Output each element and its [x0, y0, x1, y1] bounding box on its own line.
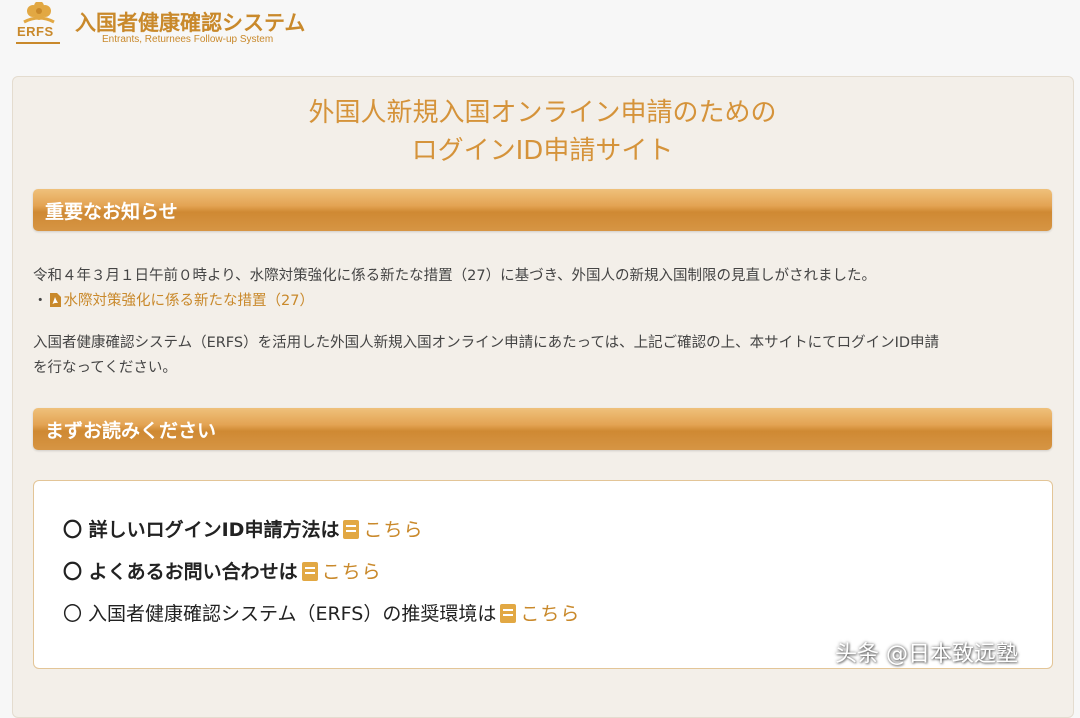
read-item-environment: 〇 入国者健康確認システム（ERFS）の推奨環境は こちら: [63, 599, 580, 626]
logo-text: ERFS: [17, 24, 54, 39]
notice-section-heading: 重要なお知らせ: [45, 201, 178, 223]
notice-text-line3: を行なってください。: [33, 360, 177, 376]
page-title-line1: 外国人新規入国オンライン申請のための: [308, 98, 777, 128]
watermark: 头条 @日本致远塾: [835, 642, 1018, 667]
read-section-heading: まずお読みください: [45, 420, 217, 442]
notice-section-header: 重要なお知らせ: [33, 189, 1052, 231]
book-icon: [500, 604, 517, 623]
login-guide-link[interactable]: こちら: [363, 519, 423, 541]
pdf-icon: [49, 293, 61, 307]
environment-link[interactable]: こちら: [520, 603, 580, 625]
app-subtitle: Entrants, Returnees Follow-up System: [102, 34, 274, 45]
read-item-text: 〇 よくあるお問い合わせは: [63, 561, 298, 583]
page-title-line2: ログインID申請サイト: [411, 136, 674, 166]
notice-bullet: ・: [33, 293, 48, 309]
read-section-header: まずお読みください: [33, 408, 1052, 450]
notice-text-line2: 入国者健康確認システム（ERFS）を活用した外国人新規入国オンライン申請にあたっ…: [33, 335, 940, 351]
read-item-text: 〇 詳しいログインID申請方法は: [63, 519, 340, 541]
read-item-text: 〇 入国者健康確認システム（ERFS）の推奨環境は: [63, 603, 497, 625]
faq-link[interactable]: こちら: [322, 561, 382, 583]
page-title: 外国人新規入国オンライン申請のための ログインID申請サイト: [0, 94, 1080, 170]
read-item-faq: 〇 よくあるお問い合わせは こちら: [63, 557, 382, 584]
notice-link-row: ・ 水際対策強化に係る新たな措置（27）: [33, 289, 314, 310]
logo-underline: [16, 42, 60, 44]
book-icon: [301, 562, 318, 581]
read-item-login-guide: 〇 詳しいログインID申請方法は こちら: [63, 515, 423, 542]
app-title[interactable]: 入国者健康確認システム: [75, 7, 305, 37]
notice-text-line1: 令和４年３月１日午前０時より、水際対策強化に係る新たな措置（27）に基づき、外国…: [33, 268, 877, 284]
notice-pdf-link[interactable]: 水際対策強化に係る新たな措置（27）: [64, 293, 314, 309]
book-icon: [343, 520, 360, 539]
site-header: ERFS 入国者健康確認システム Entrants, Returnees Fol…: [0, 0, 1080, 56]
